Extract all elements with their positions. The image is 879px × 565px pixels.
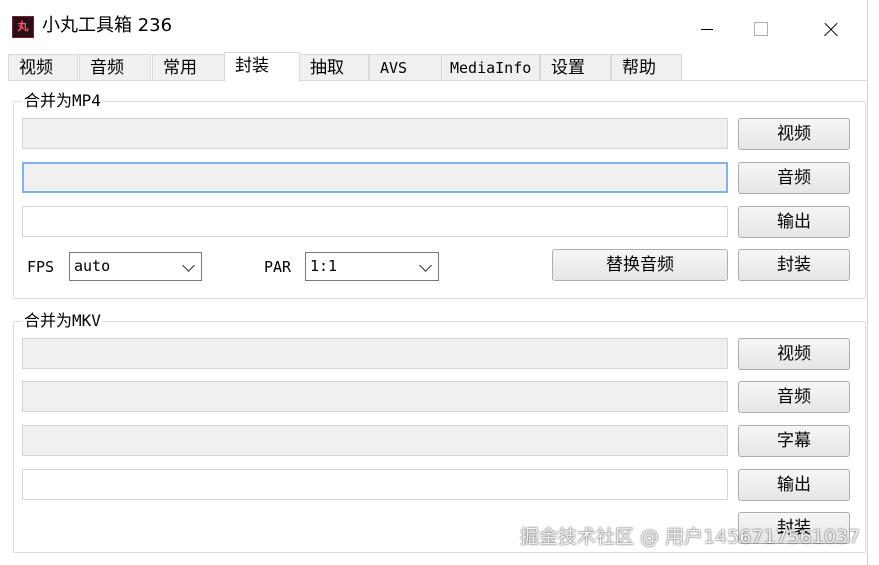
mkv-audio-input[interactable] bbox=[22, 381, 728, 412]
tab-common[interactable]: 常用 bbox=[152, 54, 225, 80]
tab-help[interactable]: 帮助 bbox=[611, 54, 682, 80]
chevron-down-icon bbox=[182, 259, 195, 272]
mp4-mux-button[interactable]: 封装 bbox=[738, 249, 850, 281]
par-select-value: 1:1 bbox=[310, 257, 338, 275]
mkv-video-input[interactable] bbox=[22, 338, 728, 369]
mp4-audio-input[interactable] bbox=[22, 162, 728, 193]
mkv-video-button[interactable]: 视频 bbox=[738, 338, 850, 370]
fps-select[interactable]: auto bbox=[69, 252, 202, 281]
title-bar: 丸 小丸工具箱 236 bbox=[0, 0, 867, 50]
tab-divider bbox=[8, 80, 867, 81]
minimize-icon[interactable] bbox=[684, 10, 730, 46]
window-title: 小丸工具箱 236 bbox=[42, 15, 173, 36]
mp4-output-input[interactable] bbox=[22, 206, 728, 237]
tab-mux[interactable]: 封装 bbox=[224, 52, 300, 82]
mp4-output-button[interactable]: 输出 bbox=[738, 206, 850, 238]
maximize-icon[interactable] bbox=[738, 10, 784, 46]
close-icon[interactable] bbox=[808, 10, 854, 46]
tab-settings[interactable]: 设置 bbox=[540, 54, 611, 80]
mkv-output-input[interactable] bbox=[22, 469, 728, 500]
par-label: PAR bbox=[264, 258, 292, 276]
mp4-audio-button[interactable]: 音频 bbox=[738, 162, 850, 194]
tab-mediainfo[interactable]: MediaInfo bbox=[441, 54, 540, 80]
tab-bar: 视频 音频 常用 封装 抽取 AVS MediaInfo 设置 帮助 bbox=[8, 52, 867, 82]
merge-mkv-title: 合并为MKV bbox=[22, 311, 103, 331]
merge-mp4-title: 合并为MP4 bbox=[22, 91, 103, 111]
fps-select-value: auto bbox=[74, 257, 111, 275]
fps-label: FPS bbox=[27, 258, 55, 276]
mp4-video-input[interactable] bbox=[22, 118, 728, 149]
mkv-audio-button[interactable]: 音频 bbox=[738, 381, 850, 413]
replace-audio-button[interactable]: 替换音频 bbox=[552, 249, 728, 281]
tab-video[interactable]: 视频 bbox=[8, 54, 78, 80]
mkv-mux-button[interactable]: 封装 bbox=[738, 512, 850, 544]
tab-extract[interactable]: 抽取 bbox=[299, 54, 369, 80]
par-select[interactable]: 1:1 bbox=[305, 252, 439, 281]
app-logo-icon: 丸 bbox=[12, 16, 34, 38]
tab-avs[interactable]: AVS bbox=[369, 54, 442, 80]
app-window: 丸 小丸工具箱 236 视频 音频 常用 封装 抽取 AVS MediaInfo… bbox=[0, 0, 868, 565]
mp4-video-button[interactable]: 视频 bbox=[738, 118, 850, 150]
tab-audio[interactable]: 音频 bbox=[79, 54, 151, 80]
mkv-subtitle-input[interactable] bbox=[22, 425, 728, 456]
mkv-output-button[interactable]: 输出 bbox=[738, 469, 850, 501]
mkv-subtitle-button[interactable]: 字幕 bbox=[738, 425, 850, 457]
chevron-down-icon bbox=[419, 259, 432, 272]
